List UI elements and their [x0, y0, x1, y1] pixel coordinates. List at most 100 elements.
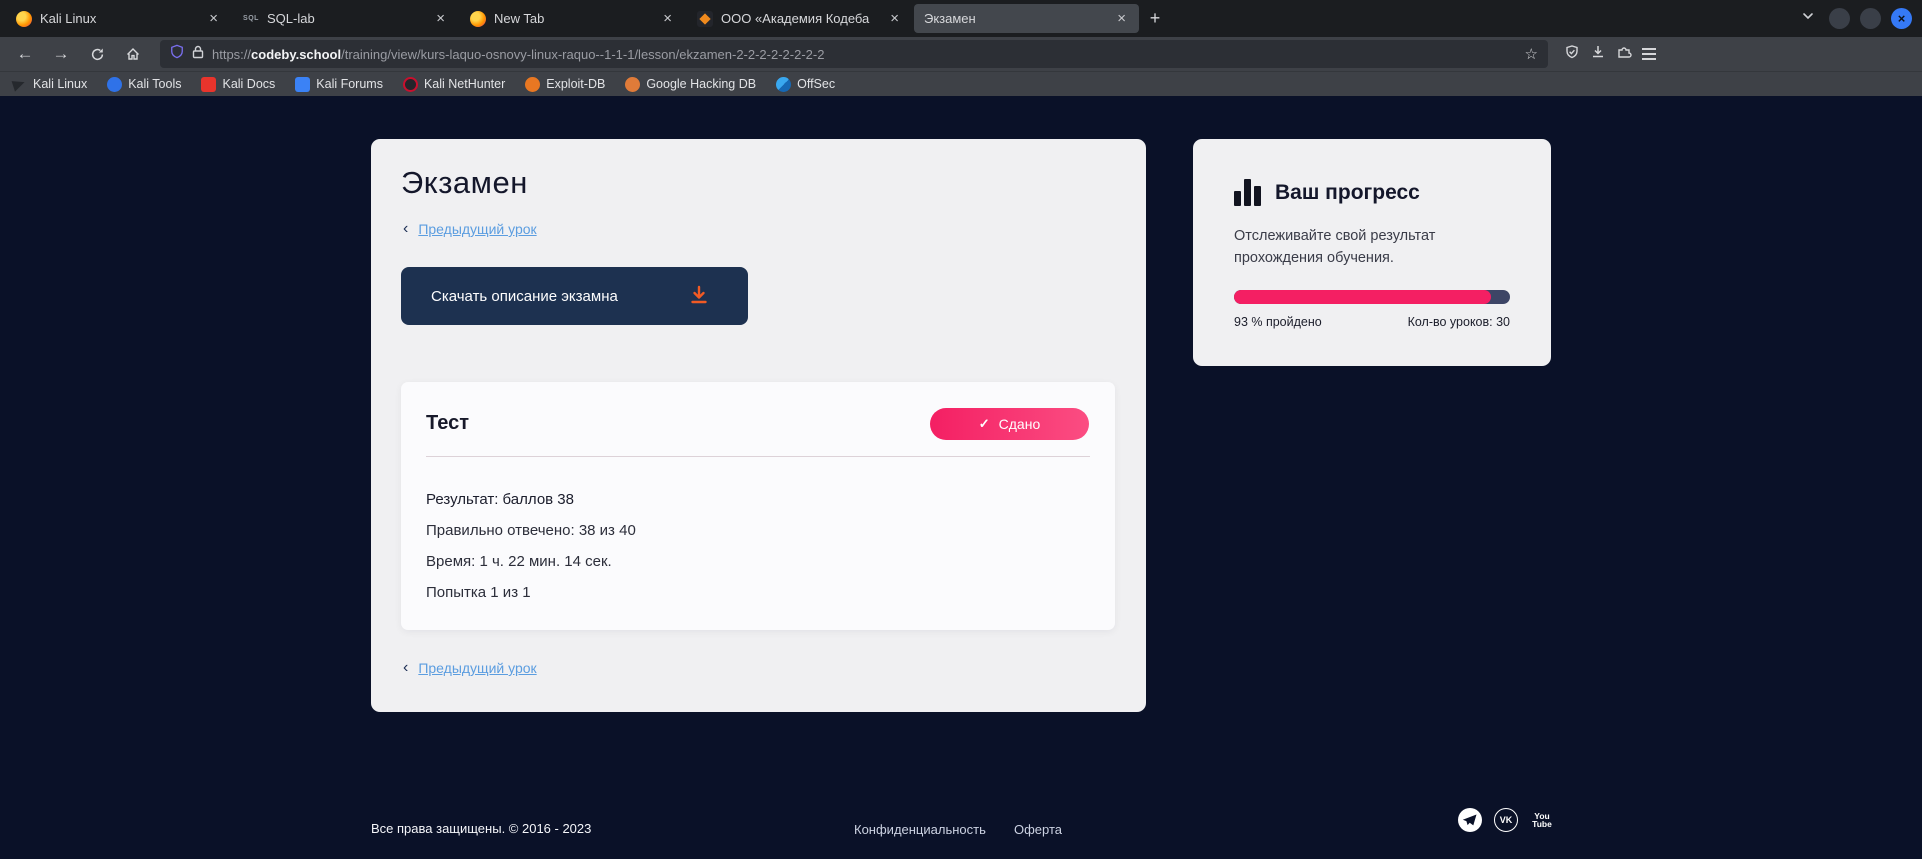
bookmark-label: Kali Tools: [128, 77, 181, 91]
footer-link-offer[interactable]: Оферта: [1014, 822, 1062, 837]
window-minimize-button[interactable]: [1829, 8, 1850, 29]
bookmark-offsec[interactable]: OffSec: [776, 77, 835, 92]
page-title: Экзамен: [401, 165, 528, 201]
tab-close-icon[interactable]: ×: [1114, 10, 1129, 27]
bookmark-label: Kali Docs: [222, 77, 275, 91]
exploit-db-icon: [525, 77, 540, 92]
window-close-button[interactable]: ×: [1891, 8, 1912, 29]
sql-favicon-icon: SQL: [243, 11, 259, 27]
social-links: VK YouTube: [1457, 807, 1555, 833]
vk-icon[interactable]: VK: [1493, 807, 1519, 833]
progress-description: Отслеживайте свой результат прохождения …: [1234, 226, 1474, 270]
previous-lesson-label[interactable]: Предыдущий урок: [418, 221, 536, 237]
new-tab-button[interactable]: +: [1140, 4, 1170, 33]
bar-chart-icon: [1234, 179, 1261, 206]
forward-button[interactable]: →: [46, 40, 76, 68]
extensions-puzzle-icon[interactable]: [1616, 44, 1632, 65]
tab-label: ООО «Академия Кодеба: [721, 11, 879, 26]
offsec-icon: [776, 77, 791, 92]
tab-close-icon[interactable]: ×: [660, 10, 675, 27]
url-text[interactable]: https://codeby.school/training/view/kurs…: [212, 47, 1517, 62]
test-result-lines: Результат: баллов 38 Правильно отвечено:…: [426, 484, 636, 608]
tab-close-icon[interactable]: ×: [433, 10, 448, 27]
downloads-icon[interactable]: [1590, 44, 1606, 65]
bookmark-exploit-db[interactable]: Exploit-DB: [525, 77, 605, 92]
previous-lesson-label[interactable]: Предыдущий урок: [418, 660, 536, 676]
tracking-protection-shield-icon[interactable]: [170, 44, 184, 64]
reload-button[interactable]: [82, 40, 112, 68]
check-icon: ✓: [979, 416, 990, 432]
download-button-label: Скачать описание экзамна: [431, 288, 618, 305]
tab-kali-linux[interactable]: Kali Linux ×: [6, 4, 231, 33]
back-button[interactable]: ←: [10, 40, 40, 68]
result-score-line: Результат: баллов 38: [426, 484, 636, 515]
kali-forums-icon: [295, 77, 310, 92]
chevron-left-icon: ‹: [403, 220, 408, 238]
progress-bar: [1234, 290, 1510, 304]
url-bar[interactable]: https://codeby.school/training/view/kurs…: [160, 40, 1548, 68]
lessons-count-label: Кол-во уроков: 30: [1408, 315, 1510, 329]
tab-sql-lab[interactable]: SQL SQL-lab ×: [233, 4, 458, 33]
tab-ekzamen-active[interactable]: Экзамен ×: [914, 4, 1139, 33]
tab-label: New Tab: [494, 11, 652, 26]
footer-link-privacy[interactable]: Конфиденциальность: [854, 822, 986, 837]
bookmarks-toolbar: Kali Linux Kali Tools Kali Docs Kali For…: [0, 71, 1922, 96]
result-attempt-line: Попытка 1 из 1: [426, 577, 636, 608]
telegram-icon[interactable]: [1457, 807, 1483, 833]
kali-nethunter-icon: [403, 77, 418, 92]
bookmark-google-hacking-db[interactable]: Google Hacking DB: [625, 77, 756, 92]
divider: [426, 456, 1090, 457]
result-time-line: Время: 1 ч. 22 мин. 14 сек.: [426, 546, 636, 577]
tab-codeby-academy[interactable]: ООО «Академия Кодеба ×: [687, 4, 912, 33]
home-button[interactable]: [118, 40, 148, 68]
tab-new-tab[interactable]: New Tab ×: [460, 4, 685, 33]
youtube-line2: Tube: [1532, 819, 1552, 829]
bookmark-label: Google Hacking DB: [646, 77, 756, 91]
protections-shield-check-icon[interactable]: [1564, 44, 1580, 65]
firefox-favicon-icon: [16, 11, 32, 27]
result-correct-line: Правильно отвечено: 38 из 40: [426, 515, 636, 546]
bookmark-label: Kali NetHunter: [424, 77, 505, 91]
footer-copyright: Все права защищены. © 2016 - 2023: [371, 821, 591, 836]
window-maximize-button[interactable]: [1860, 8, 1881, 29]
kali-tools-icon: [107, 77, 122, 92]
previous-lesson-link-top[interactable]: ‹ Предыдущий урок: [403, 220, 537, 238]
tab-label: Экзамен: [924, 11, 1106, 26]
codeby-favicon-icon: [697, 11, 713, 27]
download-exam-description-button[interactable]: Скачать описание экзамна: [401, 267, 748, 325]
lock-icon[interactable]: [192, 45, 204, 64]
menu-hamburger-icon[interactable]: [1642, 48, 1656, 60]
tab-label: SQL-lab: [267, 11, 425, 26]
download-icon: [688, 284, 710, 309]
badge-label: Сдано: [999, 416, 1041, 432]
bookmark-kali-nethunter[interactable]: Kali NetHunter: [403, 77, 505, 92]
tab-close-icon[interactable]: ×: [887, 10, 902, 27]
bookmark-label: Kali Linux: [33, 77, 87, 91]
firefox-favicon-icon: [470, 11, 486, 27]
vk-label: VK: [1500, 815, 1513, 825]
tab-label: Kali Linux: [40, 11, 198, 26]
progress-card: Ваш прогресс Отслеживайте свой результат…: [1193, 139, 1551, 366]
test-title: Тест: [426, 412, 469, 435]
exam-card: Экзамен ‹ Предыдущий урок Скачать описан…: [371, 139, 1146, 712]
tab-overflow-chevron-icon[interactable]: [1801, 9, 1815, 28]
bookmark-star-icon[interactable]: ☆: [1525, 45, 1538, 63]
tab-bar: Kali Linux × SQL SQL-lab × New Tab × ООО…: [0, 0, 1922, 37]
progress-title: Ваш прогресс: [1275, 181, 1420, 205]
progress-bar-fill: [1234, 290, 1491, 304]
bookmark-label: Exploit-DB: [546, 77, 605, 91]
kali-docs-icon: [201, 77, 216, 92]
url-path: /training/view/kurs-laquo-osnovy-linux-r…: [341, 47, 824, 62]
youtube-icon[interactable]: YouTube: [1529, 807, 1555, 833]
bookmark-kali-tools[interactable]: Kali Tools: [107, 77, 181, 92]
chevron-left-icon: ‹: [403, 659, 408, 677]
bookmark-label: Kali Forums: [316, 77, 383, 91]
bookmark-kali-forums[interactable]: Kali Forums: [295, 77, 383, 92]
bookmark-kali-docs[interactable]: Kali Docs: [201, 77, 275, 92]
navigation-toolbar: ← → https://codeby.school/training/view/…: [0, 37, 1922, 71]
test-result-card: Тест ✓ Сдано Результат: баллов 38 Правил…: [401, 382, 1115, 630]
tab-close-icon[interactable]: ×: [206, 10, 221, 27]
previous-lesson-link-bottom[interactable]: ‹ Предыдущий урок: [403, 659, 537, 677]
bookmark-kali-linux[interactable]: Kali Linux: [12, 77, 87, 92]
url-scheme: https://: [212, 47, 251, 62]
